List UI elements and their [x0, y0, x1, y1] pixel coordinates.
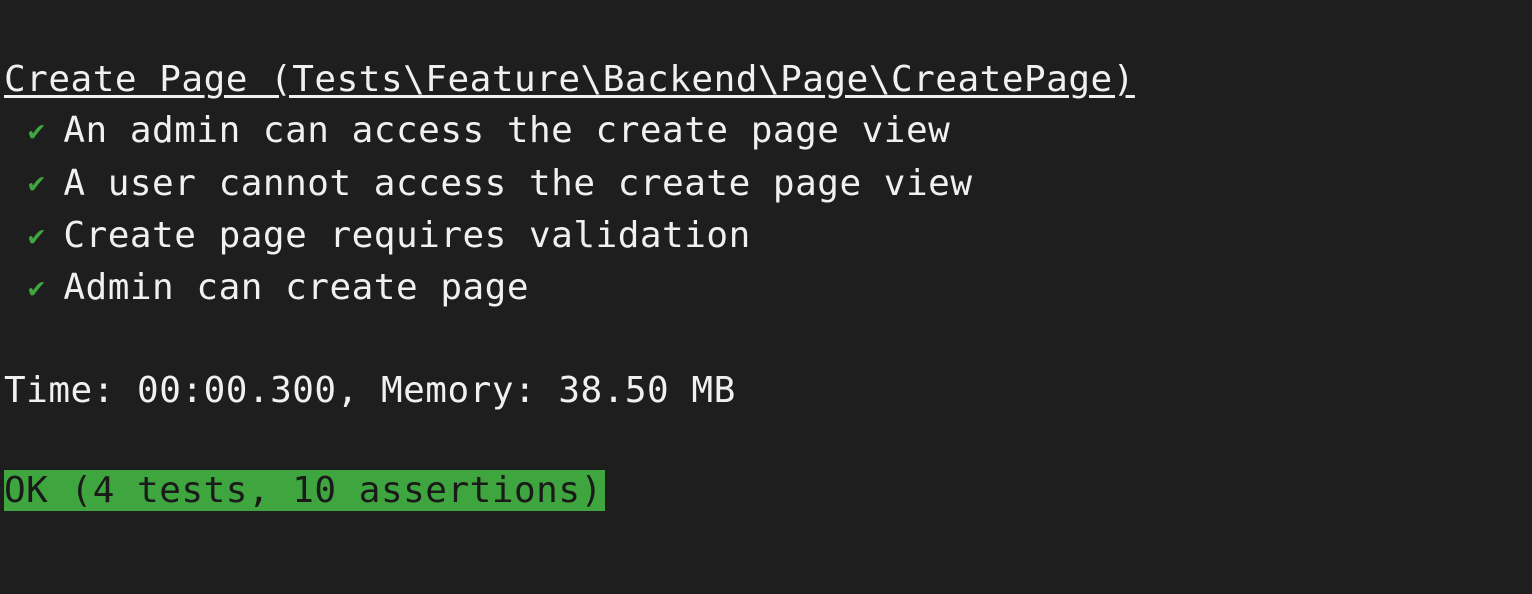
- check-icon: ✔: [28, 216, 45, 257]
- test-suite-header: Create Page (Tests\Feature\Backend\Page\…: [0, 55, 1532, 105]
- test-label: A user cannot access the create page vie…: [63, 158, 972, 210]
- check-icon: ✔: [28, 268, 45, 309]
- test-label: Create page requires validation: [63, 210, 750, 262]
- test-label: Admin can create page: [63, 262, 529, 314]
- check-icon: ✔: [28, 111, 45, 152]
- test-result-row: ✔ A user cannot access the create page v…: [0, 158, 1532, 210]
- test-result-row: ✔ An admin can access the create page vi…: [0, 105, 1532, 157]
- result-badge: OK (4 tests, 10 assertions): [4, 470, 605, 511]
- test-label: An admin can access the create page view: [63, 105, 950, 157]
- test-result-row: ✔ Admin can create page: [0, 262, 1532, 314]
- test-result-row: ✔ Create page requires validation: [0, 210, 1532, 262]
- terminal-output: Create Page (Tests\Feature\Backend\Page\…: [0, 0, 1532, 511]
- stats-line: Time: 00:00.300, Memory: 38.50 MB: [0, 364, 1532, 418]
- check-icon: ✔: [28, 163, 45, 204]
- result-line: OK (4 tests, 10 assertions): [0, 470, 1532, 511]
